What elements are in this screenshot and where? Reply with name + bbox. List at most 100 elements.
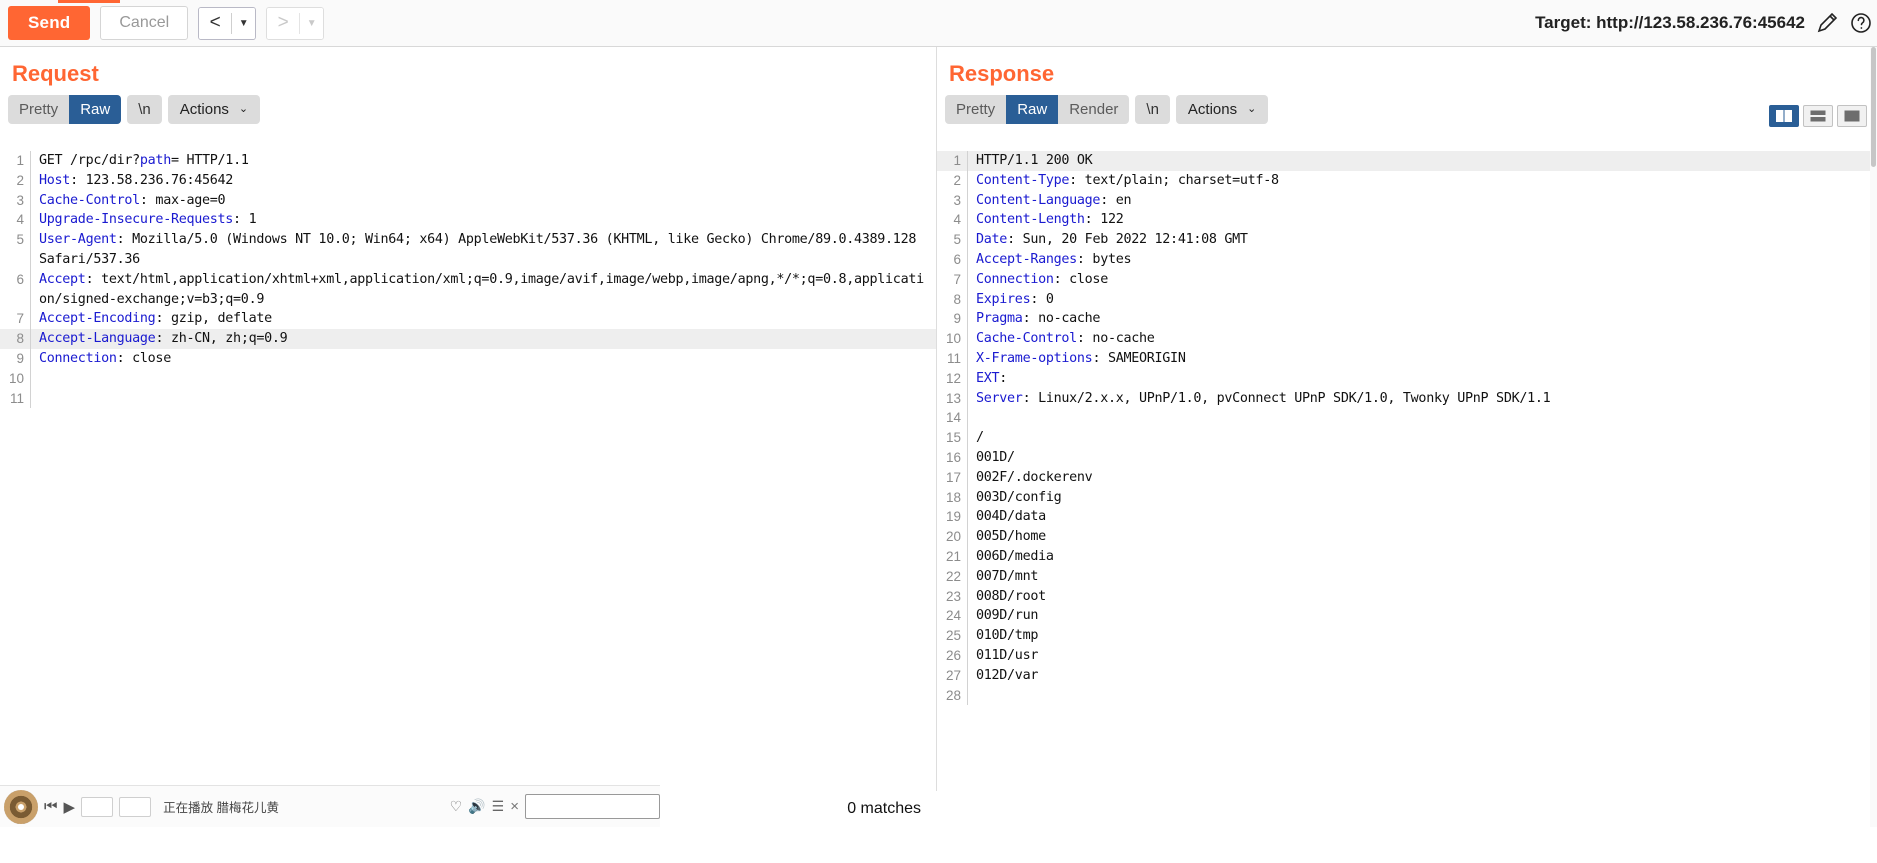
code-line: 9 Connection: close <box>0 348 936 369</box>
code-line: 13 Server: Linux/2.x.x, UPnP/1.0, pvConne… <box>937 388 1877 409</box>
code-text: Content-Language: en <box>976 192 1132 208</box>
line-number: 26 <box>945 647 961 663</box>
code-text: GET /rpc/dir?path= HTTP/1.1 <box>39 153 249 168</box>
code-text: Connection: close <box>39 350 171 366</box>
gutter-divider <box>30 269 31 310</box>
tab-response-render[interactable]: Render <box>1058 95 1129 124</box>
response-view-tabs: Pretty Raw Render <box>945 95 1130 124</box>
playlist-icon[interactable]: ☰ <box>492 798 505 815</box>
code-line: 19 004D/data <box>937 507 1877 528</box>
chevron-down-icon: ⌄ <box>238 103 249 115</box>
request-pane: Request Pretty Raw \n Actions ⌄ 1 GET /rp… <box>0 47 937 827</box>
code-line: 28 <box>937 685 1877 706</box>
tab-request-raw[interactable]: Raw <box>69 95 122 124</box>
line-number: 16 <box>945 449 961 465</box>
view-mode-horizontal[interactable] <box>1803 105 1833 127</box>
cancel-button[interactable]: Cancel <box>100 6 189 40</box>
help-icon[interactable] <box>1849 11 1873 35</box>
tab-request-newline[interactable]: \n <box>127 95 162 124</box>
gutter-divider <box>967 151 968 171</box>
volume-icon[interactable]: 🔊 <box>468 798 485 815</box>
response-tabrow: Pretty Raw Render \n Actions ⌄ <box>937 87 1877 124</box>
player-search-field[interactable] <box>525 794 660 819</box>
code-line: 20 005D/home <box>937 527 1877 547</box>
request-actions-button[interactable]: Actions ⌄ <box>167 95 261 124</box>
code-line: 4 Upgrade-Insecure-Requests: 1 <box>0 210 936 231</box>
view-mode-single[interactable] <box>1837 105 1867 127</box>
code-line: 11 <box>0 388 936 409</box>
line-number: 7 <box>16 311 24 327</box>
code-line: 8 Accept-Language: zh-CN, zh;q=0.9 <box>0 329 936 349</box>
code-line: 9 Pragma: no-cache <box>937 309 1877 330</box>
code-text: X-Frame-options: SAMEORIGIN <box>976 350 1186 366</box>
gutter-divider <box>30 388 31 409</box>
gutter-divider <box>30 348 31 369</box>
previous-arrow-icon[interactable]: < <box>199 7 232 39</box>
code-line: 18 003D/config <box>937 487 1877 508</box>
code-line: 11 X-Frame-options: SAMEORIGIN <box>937 348 1877 369</box>
tab-response-raw[interactable]: Raw <box>1006 95 1059 124</box>
gutter-divider <box>30 210 31 231</box>
play-icon[interactable]: ▶ <box>64 798 76 816</box>
response-editor[interactable]: 1 HTTP/1.1 200 OK 2 Content-Type: text/plai… <box>937 148 1877 827</box>
code-line: 2 Content-Type: text/plain; charset=utf-8 <box>937 170 1877 191</box>
code-line: 4 Content-Length: 122 <box>937 210 1877 231</box>
line-number: 11 <box>946 350 961 366</box>
player-field-b[interactable] <box>119 796 152 817</box>
tab-response-pretty[interactable]: Pretty <box>945 95 1006 124</box>
previous-track-icon[interactable]: ⏮ <box>44 798 58 815</box>
pencil-icon[interactable] <box>1815 11 1839 35</box>
view-mode-split[interactable] <box>1769 105 1799 127</box>
response-actions-button[interactable]: Actions ⌄ <box>1175 95 1269 124</box>
track-title: 正在播放 腊梅花儿黄 <box>163 801 280 815</box>
line-number: 10 <box>8 370 24 386</box>
vertical-scrollbar[interactable] <box>1870 47 1877 827</box>
code-text: Expires: 0 <box>976 291 1054 307</box>
tab-response-newline[interactable]: \n <box>1135 95 1170 124</box>
gutter-divider <box>967 249 968 270</box>
code-line: 24 009D/run <box>937 606 1877 627</box>
line-number: 27 <box>945 667 961 683</box>
response-lines: 1 HTTP/1.1 200 OK 2 Content-Type: text/plai… <box>937 148 1877 706</box>
code-line: 21 006D/media <box>937 546 1877 567</box>
gutter-divider <box>967 408 968 429</box>
code-text: Upgrade-Insecure-Requests: 1 <box>39 212 257 228</box>
tab-request-pretty[interactable]: Pretty <box>8 95 69 124</box>
line-number: 3 <box>16 192 24 208</box>
code-text: Accept-Language: zh-CN, zh;q=0.9 <box>39 331 288 347</box>
code-text: 001D/ <box>976 449 1015 465</box>
code-line: 16 001D/ <box>937 447 1877 468</box>
next-dropdown-icon[interactable]: ▼ <box>300 7 324 39</box>
previous-dropdown-icon[interactable]: ▼ <box>232 7 256 39</box>
code-text: Date: Sun, 20 Feb 2022 12:41:08 GMT <box>976 232 1248 248</box>
line-number: 13 <box>937 389 967 409</box>
next-arrow-icon[interactable]: > <box>267 7 300 39</box>
line-number: 1 <box>16 153 24 168</box>
send-button[interactable]: Send <box>8 6 91 40</box>
favorite-icon[interactable]: ♡ <box>450 798 463 815</box>
line-number: 10 <box>945 331 961 347</box>
request-editor[interactable]: 1 GET /rpc/dir?path= HTTP/1.1 2 Host: 123.5… <box>0 148 936 827</box>
code-line: 5 Date: Sun, 20 Feb 2022 12:41:08 GMT <box>937 230 1877 250</box>
code-text: 012D/var <box>976 667 1039 683</box>
close-icon[interactable]: × <box>510 798 519 815</box>
request-tabrow: Pretty Raw \n Actions ⌄ <box>0 87 936 124</box>
gutter-divider <box>967 665 968 686</box>
scrollbar-thumb[interactable] <box>1871 47 1876 167</box>
code-text: 003D/config <box>976 489 1062 505</box>
player-field-a[interactable] <box>81 796 114 817</box>
previous-request-button[interactable]: < ▼ <box>198 6 257 40</box>
code-line: 3 Cache-Control: max-age=0 <box>0 190 936 211</box>
code-line: 7 Connection: close <box>937 269 1877 290</box>
line-number: 24 <box>945 608 961 624</box>
gutter-divider <box>967 586 968 607</box>
code-line: 5 User-Agent: Mozilla/5.0 (Windows NT 10.… <box>0 230 936 270</box>
active-tab-accent <box>58 0 120 3</box>
line-number: 8 <box>16 331 24 347</box>
line-number: 5 <box>953 232 961 248</box>
code-line: 2 Host: 123.58.236.76:45642 <box>0 170 936 191</box>
next-request-button[interactable]: > ▼ <box>266 6 325 40</box>
line-number: 12 <box>945 370 961 386</box>
line-number: 2 <box>16 172 24 188</box>
gutter-divider <box>967 230 968 250</box>
